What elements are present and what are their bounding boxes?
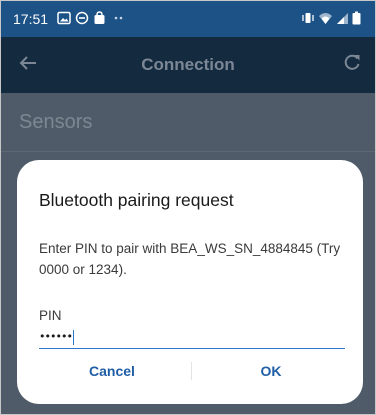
wifi-icon	[319, 13, 332, 24]
ok-button[interactable]: OK	[197, 356, 345, 386]
signal-icon	[337, 13, 348, 24]
bluetooth-pairing-dialog: Bluetooth pairing request Enter PIN to p…	[17, 160, 363, 404]
pin-value: ••••••	[39, 330, 73, 343]
dialog-title: Bluetooth pairing request	[39, 190, 234, 210]
gallery-icon	[57, 11, 71, 25]
battery-icon	[352, 11, 361, 25]
more-dots-icon	[114, 16, 123, 20]
cancel-button[interactable]: Cancel	[37, 356, 187, 386]
button-divider	[191, 362, 192, 380]
status-bar: 17:51	[1, 1, 375, 37]
pin-input[interactable]: ••••••	[39, 326, 345, 349]
text-caret	[72, 329, 75, 345]
phone-screen: 17:51 Connection Sensors Bluetooth pairi…	[0, 0, 376, 415]
page-title: Connection	[141, 55, 235, 74]
refresh-icon[interactable]	[343, 53, 361, 71]
bag-icon	[94, 11, 105, 24]
pin-label: PIN	[39, 308, 62, 323]
divider	[1, 151, 375, 152]
vibrate-icon	[302, 13, 314, 23]
app-bar: Connection	[1, 37, 375, 93]
status-time: 17:51	[13, 11, 49, 27]
dialog-message: Enter PIN to pair with BEA_WS_SN_4884845…	[39, 241, 341, 277]
section-heading-sensors: Sensors	[19, 111, 93, 133]
do-not-disturb-icon	[75, 11, 89, 25]
